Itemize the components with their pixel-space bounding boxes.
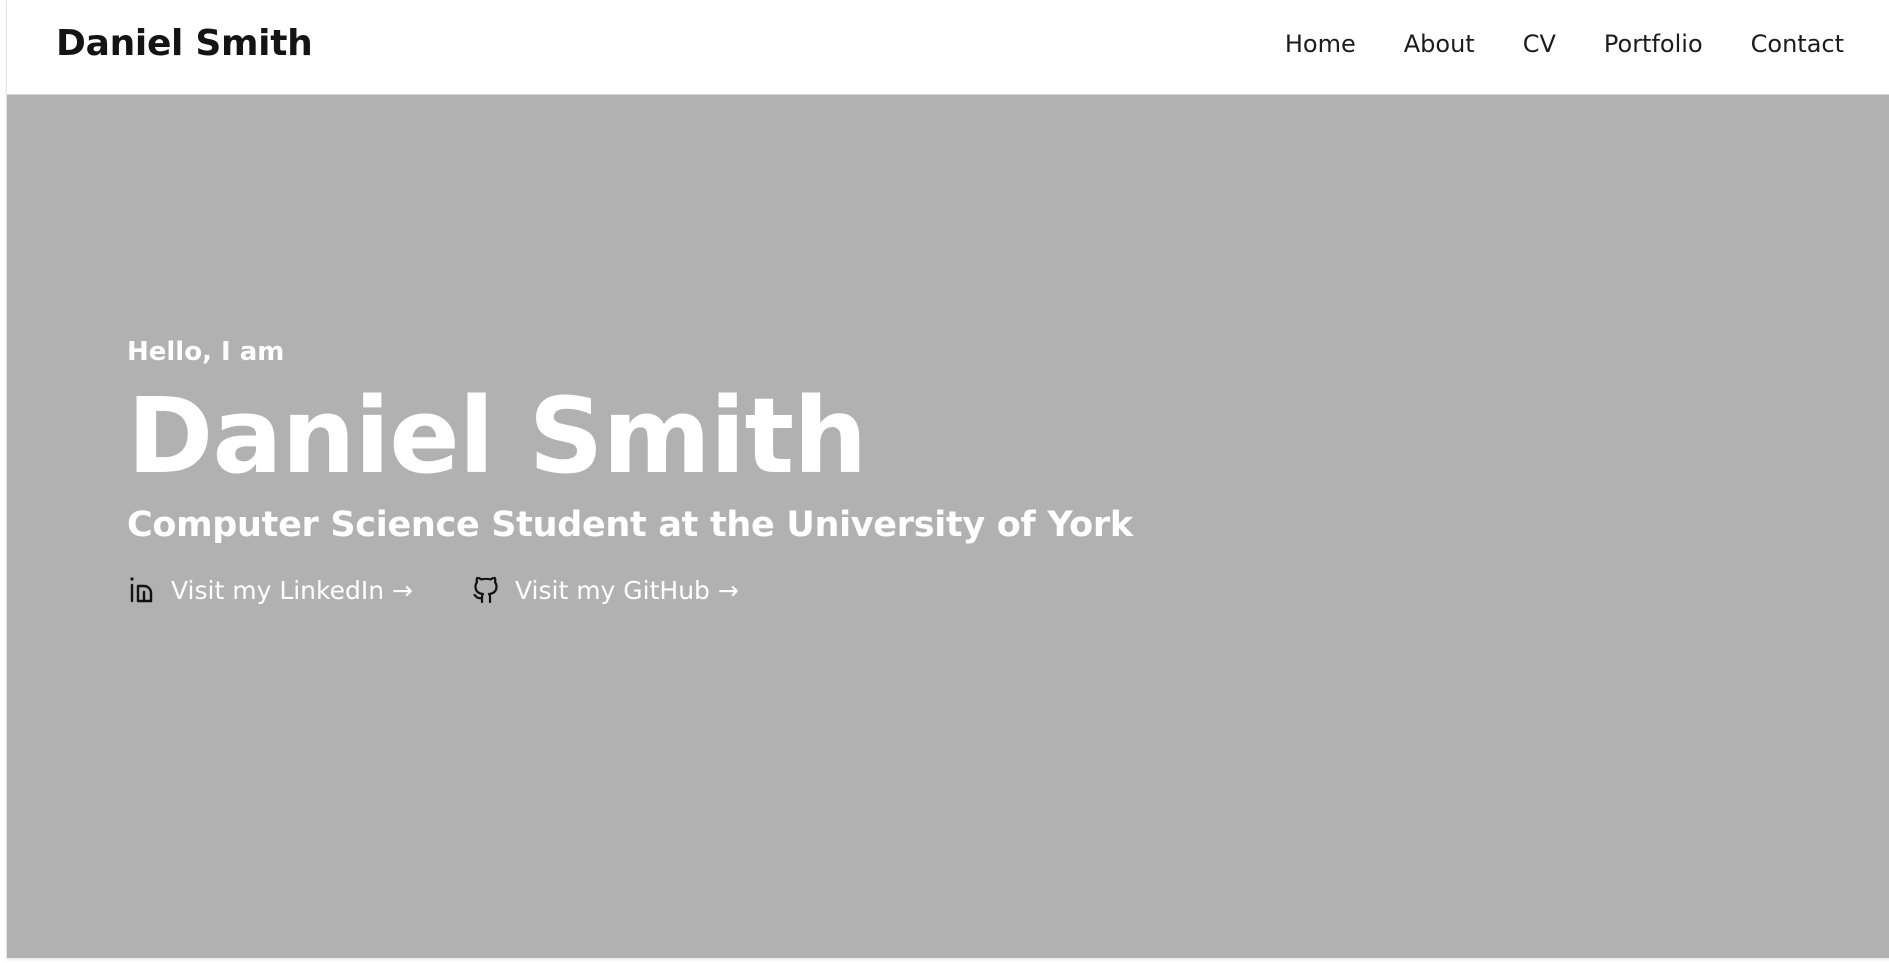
nav-item-cv: CV	[1523, 30, 1556, 58]
github-link[interactable]: Visit my GitHub →	[471, 575, 739, 605]
nav-menu: Home About CV Portfolio Contact	[1285, 30, 1844, 58]
github-icon	[473, 577, 498, 604]
hero-greeting: Hello, I am	[127, 337, 285, 367]
brand-link[interactable]: Daniel Smith	[56, 23, 313, 64]
github-link-label: Visit my GitHub →	[514, 575, 739, 605]
social-links: Visit my LinkedIn → Visit my GitHub →	[127, 575, 1133, 605]
nav-link-home[interactable]: Home	[1285, 30, 1356, 58]
linkedin-link-label: Visit my LinkedIn →	[171, 575, 413, 605]
linkedin-icon	[130, 577, 153, 603]
nav-item-contact: Contact	[1751, 30, 1844, 58]
nav-link-portfolio[interactable]: Portfolio	[1604, 30, 1703, 58]
nav-item-home: Home	[1285, 30, 1356, 58]
hero-section: Hello, I am Daniel Smith Computer Scienc…	[7, 95, 1889, 958]
hero-name: Daniel Smith	[127, 375, 867, 497]
nav-link-cv[interactable]: CV	[1523, 30, 1556, 58]
page-frame: Daniel Smith Home About CV Portfolio Con…	[6, 0, 1889, 958]
nav-item-portfolio: Portfolio	[1604, 30, 1703, 58]
top-navbar: Daniel Smith Home About CV Portfolio Con…	[7, 0, 1889, 95]
linkedin-link[interactable]: Visit my LinkedIn →	[127, 575, 413, 605]
hero-subtitle: Computer Science Student at the Universi…	[127, 505, 1133, 546]
nav-link-contact[interactable]: Contact	[1751, 30, 1844, 58]
hero-content: Hello, I am Daniel Smith Computer Scienc…	[127, 337, 1133, 605]
nav-item-about: About	[1404, 30, 1475, 58]
nav-link-about[interactable]: About	[1404, 30, 1475, 58]
